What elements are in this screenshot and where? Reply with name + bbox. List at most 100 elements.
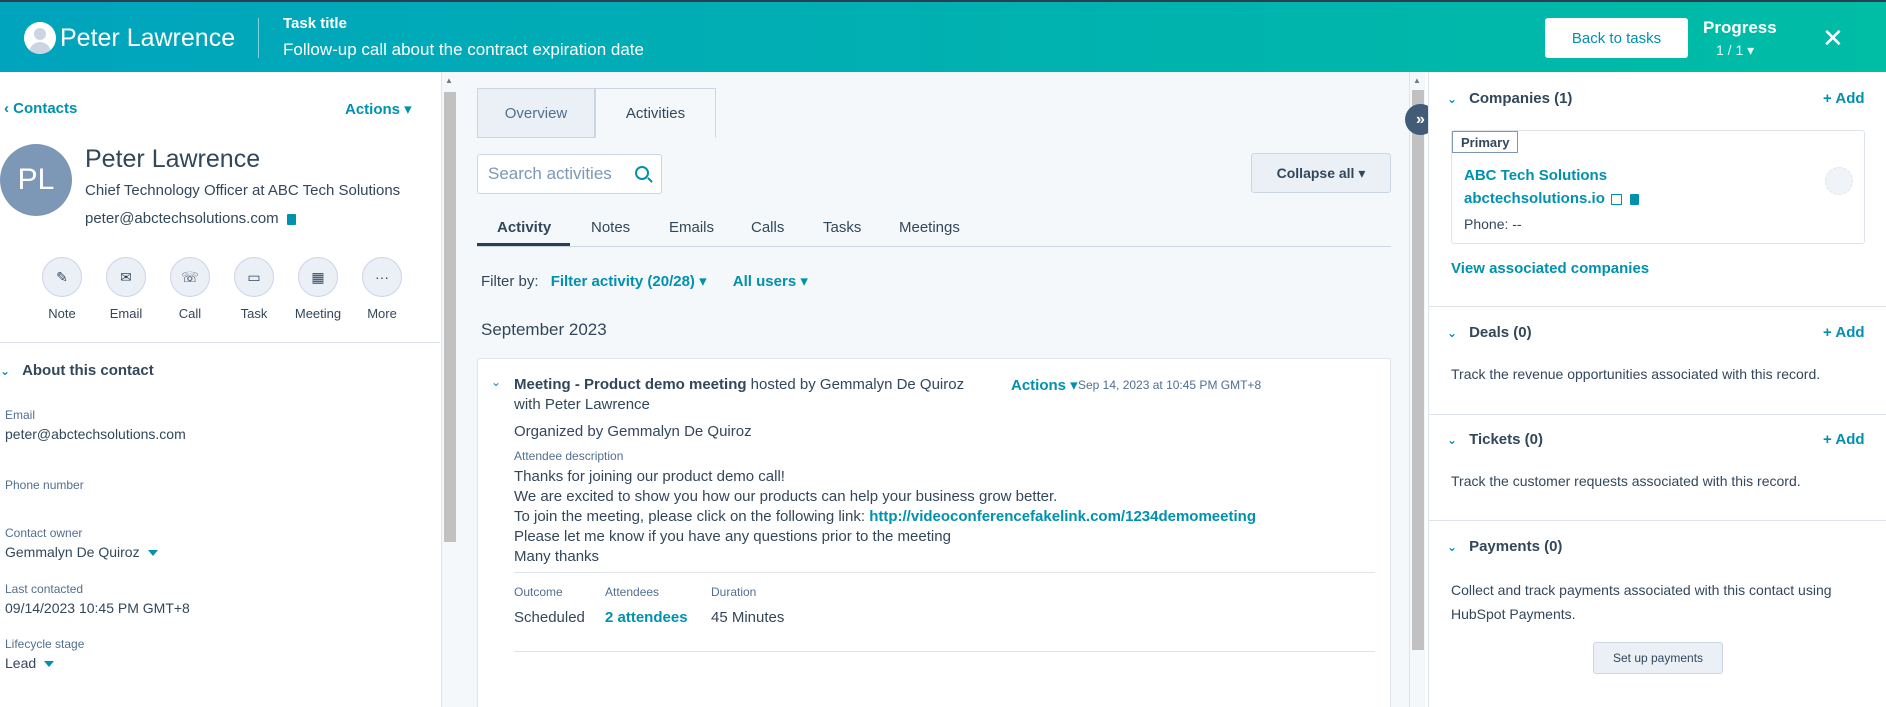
call-icon[interactable]: ☏ (170, 257, 210, 297)
companies-section-toggle[interactable]: ⌄ Companies (1) (1447, 90, 1572, 107)
set-up-payments-button[interactable]: Set up payments (1593, 642, 1723, 674)
meeting-link[interactable]: http://videoconferencefakelink.com/1234d… (869, 508, 1256, 525)
contact-sidebar: ‹ Contacts Actions ▾ PL Peter Lawrence C… (0, 72, 440, 707)
tab-overview[interactable]: Overview (477, 88, 595, 138)
outcome-value[interactable]: Scheduled (514, 609, 585, 626)
view-associated-companies-link[interactable]: View associated companies (1451, 257, 1649, 281)
search-icon[interactable] (635, 166, 649, 180)
lifecycle-dropdown[interactable]: Lead (5, 655, 84, 671)
company-name-link[interactable]: ABC Tech Solutions (1464, 167, 1607, 184)
more-icon[interactable]: ··· (362, 257, 402, 297)
note-action[interactable]: ✎ Note (30, 257, 94, 321)
back-to-tasks-button[interactable]: Back to tasks (1545, 18, 1688, 58)
task-header: Peter Lawrence Task title Follow-up call… (0, 0, 1886, 72)
scrollbar-thumb[interactable] (1412, 90, 1424, 650)
search-input[interactable]: Search activities (477, 154, 662, 194)
quick-actions: ✎ Note ✉ Email ☏ Call ▭ Task ▦ Meeting ··· Mor… (30, 257, 414, 321)
owner-dropdown[interactable]: Gemmalyn De Quiroz (5, 544, 158, 560)
scroll-up-icon[interactable]: ▲ (445, 76, 453, 85)
deals-section-toggle[interactable]: ⌄ Deals (0) (1447, 324, 1532, 341)
outcome-stat[interactable]: Outcome Scheduled (514, 585, 585, 626)
contact-actions-dropdown[interactable]: Actions ▾ (345, 100, 412, 118)
subtab-tasks[interactable]: Tasks (823, 219, 861, 236)
companies-title: Companies (1) (1469, 90, 1573, 107)
payments-section-toggle[interactable]: ⌄ Payments (0) (1447, 538, 1562, 555)
tickets-section-toggle[interactable]: ⌄ Tickets (0) (1447, 431, 1543, 448)
email-icon[interactable]: ✉ (106, 257, 146, 297)
activities-panel: Overview Activities Search activities Co… (457, 72, 1409, 707)
subtab-meetings[interactable]: Meetings (899, 219, 960, 236)
month-heading: September 2023 (481, 320, 607, 339)
attendee-description: Thanks for joining our product demo call… (514, 467, 1256, 567)
copy-icon[interactable] (1629, 193, 1639, 205)
meeting-action-label: Meeting (294, 306, 342, 321)
deals-title: Deals (0) (1469, 324, 1532, 341)
collapse-all-button[interactable]: Collapse all ▾ (1251, 153, 1391, 193)
copy-icon[interactable] (286, 213, 296, 225)
meeting-host: hosted by Gemmalyn De Quiroz (746, 376, 965, 393)
chevron-down-icon[interactable]: ⌄ (491, 375, 501, 389)
meeting-title-bold[interactable]: Meeting - Product demo meeting (514, 376, 747, 393)
search-placeholder: Search activities (488, 164, 612, 183)
email-field[interactable]: Email peter@abctechsolutions.com (5, 408, 186, 442)
header-divider (258, 18, 259, 58)
chevron-down-icon: ⌄ (0, 364, 11, 378)
subtab-emails[interactable]: Emails (669, 219, 714, 236)
contact-role: Chief Technology Officer at ABC Tech Sol… (85, 182, 401, 199)
task-action[interactable]: ▭ Task (222, 257, 286, 321)
lifecycle-stage-field[interactable]: Lifecycle stage Lead (5, 637, 84, 671)
company-domain: abctechsolutions.io (1464, 190, 1639, 207)
task-icon[interactable]: ▭ (234, 257, 274, 297)
caret-down-icon (147, 550, 158, 557)
last-contacted-field: Last contacted 09/14/2023 10:45 PM GMT+8 (5, 582, 190, 616)
header-contact-name[interactable]: Peter Lawrence (60, 24, 235, 53)
scrollbar-thumb[interactable] (444, 92, 456, 542)
filter-row: Filter by: Filter activity (20/28) ▾ All… (481, 272, 808, 290)
about-section-toggle[interactable]: ⌄ About this contact (0, 362, 154, 379)
contact-owner-field[interactable]: Contact owner Gemmalyn De Quiroz (5, 526, 158, 560)
subtab-calls[interactable]: Calls (751, 219, 784, 236)
call-action[interactable]: ☏ Call (158, 257, 222, 321)
task-action-label: Task (240, 306, 268, 321)
description-line: To join the meeting, please click on the… (514, 507, 1256, 527)
contact-email-text: peter@abctechsolutions.com (85, 210, 279, 227)
note-icon[interactable]: ✎ (42, 257, 82, 297)
meeting-action[interactable]: ▦ Meeting (286, 257, 350, 321)
company-card: Primary ABC Tech Solutions abctechsoluti… (1451, 130, 1865, 244)
description-text: To join the meeting, please click on the… (514, 508, 870, 525)
external-link-icon[interactable] (1610, 193, 1622, 205)
phone-field[interactable]: Phone number (5, 478, 84, 492)
active-tab-indicator (477, 243, 570, 246)
left-scrollbar[interactable]: ▲ (441, 72, 457, 707)
attendees-stat[interactable]: Attendees 2 attendees (605, 585, 688, 626)
email-field-value[interactable]: peter@abctechsolutions.com (5, 426, 186, 442)
progress-dropdown[interactable]: 1 / 1 ▾ (1716, 42, 1754, 59)
subtab-activity[interactable]: Activity (497, 219, 551, 236)
subtab-notes[interactable]: Notes (591, 219, 630, 236)
scroll-up-icon[interactable]: ▲ (1413, 76, 1421, 85)
activity-date: Sep 14, 2023 at 10:45 PM GMT+8 (1078, 378, 1262, 392)
activity-actions-dropdown[interactable]: Actions ▾ (1011, 376, 1078, 394)
all-users-dropdown[interactable]: All users ▾ (733, 273, 808, 290)
company-domain-link[interactable]: abctechsolutions.io (1464, 190, 1605, 207)
tab-activities[interactable]: Activities (595, 88, 716, 138)
add-company-button[interactable]: + Add (1823, 90, 1865, 107)
divider (514, 572, 1375, 573)
calendar-icon[interactable]: ▦ (298, 257, 338, 297)
duration-stat: Duration 45 Minutes (711, 585, 784, 626)
add-deal-button[interactable]: + Add (1823, 324, 1865, 341)
filter-activity-dropdown[interactable]: Filter activity (20/28) ▾ (551, 273, 707, 290)
activity-subtabs: Activity Notes Emails Calls Tasks Meetin… (477, 207, 1391, 247)
phone-field-label: Phone number (5, 478, 84, 492)
middle-scrollbar[interactable]: ▲ (1409, 72, 1425, 707)
lifecycle-label: Lifecycle stage (5, 637, 85, 651)
email-action[interactable]: ✉ Email (94, 257, 158, 321)
tickets-description: Track the customer requests associated w… (1451, 473, 1801, 489)
add-ticket-button[interactable]: + Add (1823, 431, 1865, 448)
contacts-back-link[interactable]: ‹ Contacts (4, 100, 77, 117)
company-phone: Phone: -- (1464, 216, 1522, 232)
description-line: Many thanks (514, 548, 600, 565)
attendees-link[interactable]: 2 attendees (605, 609, 688, 626)
more-action[interactable]: ··· More (350, 257, 414, 321)
close-icon[interactable]: ✕ (1822, 25, 1844, 51)
